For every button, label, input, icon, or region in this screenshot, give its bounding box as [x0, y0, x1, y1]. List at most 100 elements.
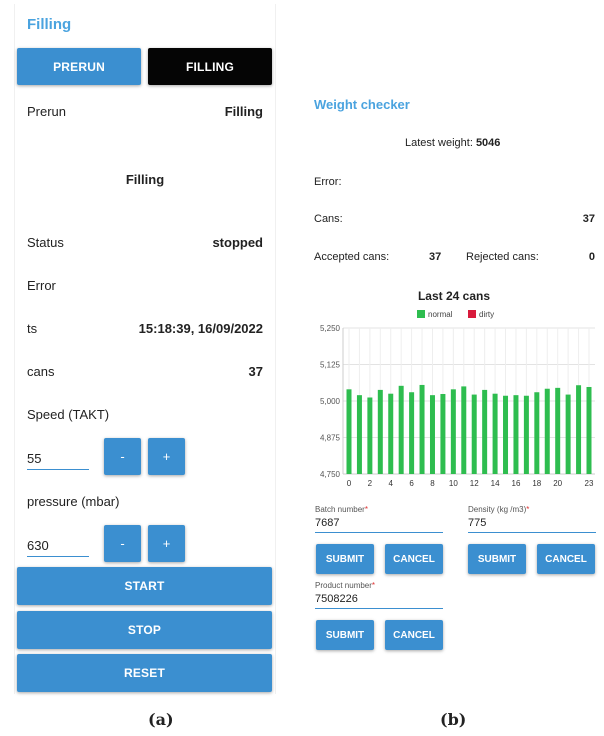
- legend-swatch-dirty: [468, 310, 476, 318]
- bar-can-4: [388, 393, 394, 474]
- pressure-row: pressure (mbar): [27, 494, 263, 509]
- bar-can-17: [523, 395, 529, 474]
- x-tick-label: 6: [409, 479, 414, 488]
- weight-checker-panel: Weight checker Latest weight: 5046 Error…: [309, 84, 599, 694]
- bar-can-2: [367, 397, 373, 474]
- bar-can-15: [503, 395, 509, 474]
- density-input[interactable]: 775: [468, 517, 596, 533]
- cans-label: Cans:: [314, 213, 343, 225]
- rejected-value: 0: [588, 251, 595, 263]
- bar-can-10: [450, 389, 456, 474]
- x-tick-label: 18: [532, 479, 541, 488]
- speed-input[interactable]: 55: [27, 451, 89, 470]
- speed-increment-button[interactable]: +: [148, 438, 185, 475]
- reset-button[interactable]: RESET: [17, 654, 272, 692]
- x-tick-label: 2: [368, 479, 373, 488]
- cans-value: 37: [248, 364, 263, 379]
- bar-can-20: [555, 387, 561, 474]
- status-row: Status stopped: [27, 235, 263, 250]
- product-cancel-button[interactable]: CANCEL: [385, 620, 443, 650]
- legend-label-dirty: dirty: [479, 310, 494, 319]
- bar-can-3: [377, 389, 383, 474]
- pressure-input[interactable]: 630: [27, 538, 89, 557]
- panel-title: Weight checker: [314, 97, 410, 112]
- prerun-label: Prerun: [27, 104, 67, 119]
- bar-can-22: [576, 385, 582, 474]
- accepted-value: 37: [429, 251, 442, 263]
- bar-can-5: [398, 385, 404, 474]
- chart-legend: normal dirty: [417, 310, 494, 319]
- density-cancel-button[interactable]: CANCEL: [537, 544, 595, 574]
- prerun-value: Filling: [224, 104, 263, 119]
- product-submit-button[interactable]: SUBMIT: [316, 620, 374, 650]
- pressure-increment-button[interactable]: +: [148, 525, 185, 562]
- product-number-input[interactable]: 7508226: [315, 593, 443, 609]
- bar-can-21: [565, 394, 571, 474]
- bar-can-13: [482, 389, 488, 474]
- bar-can-19: [544, 388, 550, 474]
- x-tick-label: 10: [449, 479, 458, 488]
- section-heading: Filling: [125, 172, 165, 187]
- product-number-label: Product number*: [315, 581, 376, 590]
- bar-can-14: [492, 393, 498, 474]
- density-label: Density (kg /m3)*: [468, 505, 530, 514]
- legend-label-normal: normal: [428, 310, 453, 319]
- ts-label: ts: [27, 321, 38, 336]
- x-tick-label: 8: [430, 479, 435, 488]
- bar-can-18: [534, 392, 540, 474]
- latest-weight: Latest weight: 5046: [405, 137, 500, 149]
- latest-weight-value: 5046: [475, 137, 501, 149]
- error-label: Error:: [314, 176, 342, 188]
- bar-can-16: [513, 395, 519, 474]
- ts-value: 15:18:39, 16/09/2022: [138, 321, 263, 336]
- legend-swatch-normal: [417, 310, 425, 318]
- caption-b: (b): [440, 710, 467, 729]
- panel-title: Filling: [27, 16, 72, 33]
- prerun-tab-button[interactable]: PRERUN: [17, 48, 141, 85]
- pressure-label: pressure (mbar): [27, 494, 120, 509]
- start-button[interactable]: START: [17, 567, 272, 605]
- latest-weight-label: Latest weight:: [405, 137, 473, 149]
- bar-can-1: [356, 395, 362, 474]
- bar-can-7: [419, 384, 425, 474]
- rejected-label: Rejected cans:: [466, 251, 539, 263]
- cans-label: cans: [27, 364, 55, 379]
- error-row: Error: [27, 278, 263, 293]
- accepted-label: Accepted cans:: [314, 251, 390, 263]
- y-tick-label: 5,125: [320, 361, 341, 370]
- bar-can-8: [429, 395, 435, 474]
- status-label: Status: [27, 235, 64, 250]
- error-label: Error: [27, 278, 56, 293]
- chart-y-ticks: 4,750 4,875 5,000 5,125 5,250: [320, 324, 341, 479]
- speed-label: Speed (TAKT): [27, 407, 110, 422]
- batch-submit-button[interactable]: SUBMIT: [316, 544, 374, 574]
- x-tick-label: 16: [512, 479, 521, 488]
- batch-cancel-button[interactable]: CANCEL: [385, 544, 443, 574]
- ts-row: ts 15:18:39, 16/09/2022: [27, 321, 263, 336]
- y-tick-label: 5,000: [320, 397, 341, 406]
- weight-chart: Last 24 cans normal dirty 4,750 4,875 5,000…: [320, 289, 595, 488]
- x-tick-label: 14: [491, 479, 500, 488]
- x-tick-label: 12: [470, 479, 479, 488]
- bar-can-6: [409, 392, 415, 474]
- speed-row: Speed (TAKT): [27, 407, 263, 422]
- x-tick-label: 20: [553, 479, 562, 488]
- bar-can-9: [440, 393, 446, 474]
- prerun-row: Prerun Filling: [27, 104, 263, 119]
- pressure-decrement-button[interactable]: -: [104, 525, 141, 562]
- stop-button[interactable]: STOP: [17, 611, 272, 649]
- density-submit-button[interactable]: SUBMIT: [468, 544, 526, 574]
- chart-x-ticks: 0 2 4 6 8 10 12 14 16 18 20 23: [347, 479, 594, 488]
- batch-number-input[interactable]: 7687: [315, 517, 443, 533]
- cans-value: 37: [582, 213, 595, 225]
- y-tick-label: 5,250: [320, 324, 341, 333]
- filling-tab-button[interactable]: FILLING: [148, 48, 272, 85]
- x-tick-label: 23: [585, 479, 594, 488]
- bar-can-0: [346, 389, 352, 474]
- status-value: stopped: [212, 235, 263, 250]
- bar-can-12: [471, 394, 477, 474]
- speed-decrement-button[interactable]: -: [104, 438, 141, 475]
- cans-row: cans 37: [27, 364, 263, 379]
- x-tick-label: 4: [389, 479, 394, 488]
- y-tick-label: 4,875: [320, 434, 341, 443]
